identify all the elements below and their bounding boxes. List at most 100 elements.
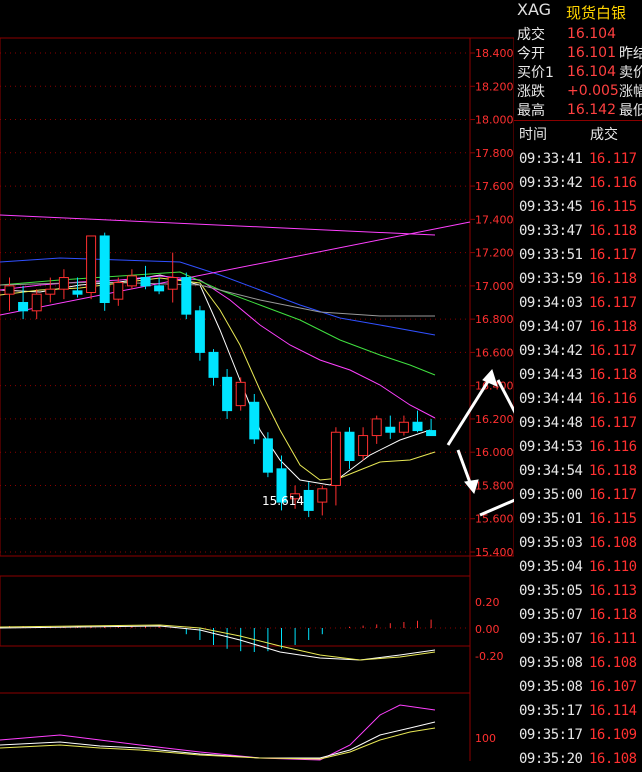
ma-line-yellow — [0, 277, 436, 481]
tick-time: 09:35:07 — [519, 631, 583, 647]
tick-price: 16.115 — [589, 199, 637, 215]
candle-down — [140, 277, 151, 287]
quote-value: 16.104 — [567, 26, 616, 42]
candle-down — [249, 401, 260, 440]
tick-time: 09:35:01 — [519, 511, 583, 527]
macd-tick-label: 0.00 — [475, 623, 500, 636]
tick-time: 09:34:03 — [519, 295, 583, 311]
tick-row: 09:34:42 16.117 — [514, 340, 642, 364]
tick-price: 16.118 — [589, 463, 637, 479]
candle-down — [181, 277, 192, 315]
tick-time: 09:33:47 — [519, 223, 583, 239]
tick-row: 09:35:17 16.109 — [514, 724, 642, 748]
quote-extra-label: 昨结 — [619, 46, 642, 62]
tick-price: 16.108 — [589, 535, 637, 551]
tick-price: 16.118 — [589, 607, 637, 623]
y-tick-label: 17.000 — [475, 280, 514, 293]
ma-line-magenta — [0, 275, 436, 419]
tick-row: 09:35:08 16.108 — [514, 652, 642, 676]
symbol-name: 现货白银 — [566, 4, 627, 22]
tick-time: 09:35:00 — [519, 487, 583, 503]
tick-price: 16.117 — [589, 487, 637, 503]
tick-time: 09:33:59 — [519, 271, 583, 287]
quote-label: 成交 — [517, 27, 545, 43]
tick-price: 16.117 — [589, 343, 637, 359]
quote-label: 买价1 — [517, 65, 554, 81]
tick-price: 16.117 — [589, 415, 637, 431]
ticks-time-header: 时间 — [519, 127, 547, 143]
tick-time: 09:35:08 — [519, 655, 583, 671]
candle-down — [412, 421, 423, 432]
quote-row: 成交 16.104 — [514, 24, 619, 44]
candle-down — [72, 290, 83, 295]
tick-time: 09:33:41 — [519, 151, 583, 167]
y-tick-label: 15.800 — [475, 479, 514, 492]
y-tick-label: 17.600 — [475, 180, 514, 193]
tick-time: 09:34:44 — [519, 391, 583, 407]
tick-time: 09:34:48 — [519, 415, 583, 431]
candle-up — [167, 277, 178, 290]
candle-up — [358, 435, 369, 457]
tick-row: 09:33:51 16.117 — [514, 244, 642, 268]
ticks-price-header: 成交 — [590, 127, 618, 143]
tick-row: 09:35:08 16.107 — [514, 676, 642, 700]
tick-price: 16.114 — [589, 703, 637, 719]
y-tick-label: 17.800 — [475, 147, 514, 160]
low-label: 15.614 — [262, 494, 304, 508]
tick-row: 09:35:07 16.111 — [514, 628, 642, 652]
tick-time: 09:35:04 — [519, 559, 583, 575]
tick-price: 16.110 — [589, 559, 637, 575]
tick-time: 09:33:45 — [519, 199, 583, 215]
tick-row: 09:35:03 16.108 — [514, 532, 642, 556]
macd-panel: 0.20 0.00 -0.20 — [0, 575, 503, 663]
quote-label: 今开 — [517, 46, 545, 62]
kdj-panel: 10050 — [0, 692, 496, 761]
tick-time: 09:35:20 — [519, 751, 583, 767]
tick-price: 16.117 — [589, 295, 637, 311]
tick-time: 09:35:17 — [519, 703, 583, 719]
price-chart: 18.400 18.200 18.000 17.800 17.600 17.400 17.2… — [0, 37, 514, 761]
candle-down — [385, 426, 396, 433]
tick-row: 09:33:47 16.118 — [514, 220, 642, 244]
tick-price: 16.118 — [589, 271, 637, 287]
y-tick-label: 16.600 — [475, 346, 514, 359]
candle-down — [154, 285, 165, 292]
quote-extra-label: 涨幅 — [619, 84, 642, 100]
candle-down — [18, 302, 29, 312]
trend-line-2 — [0, 221, 471, 316]
y-tick-label: 16.800 — [475, 313, 514, 326]
quote-value: 16.104 — [567, 64, 616, 80]
candle-up — [126, 275, 137, 287]
candle-up — [113, 282, 124, 300]
tick-time: 09:35:03 — [519, 535, 583, 551]
tick-time: 09:35:07 — [519, 607, 583, 623]
tick-row: 09:33:59 16.118 — [514, 268, 642, 292]
tick-row: 09:34:48 16.117 — [514, 412, 642, 436]
tick-row: 09:33:41 16.117 — [514, 148, 642, 172]
trend-line-1 — [0, 214, 436, 236]
quote-row: 最高 16.142 最低 — [514, 100, 642, 120]
candle-down — [262, 438, 273, 473]
tick-price: 16.117 — [589, 247, 637, 263]
candle-up — [4, 285, 15, 295]
y-tick-label: 18.200 — [475, 80, 514, 93]
tick-row: 09:34:44 16.116 — [514, 388, 642, 412]
quote-label: 最高 — [517, 103, 545, 119]
macd-tick-label: 0.20 — [475, 596, 500, 609]
candle-down — [222, 376, 233, 412]
kdj-tick-label: 100 — [475, 732, 496, 745]
tick-row: 09:33:42 16.116 — [514, 172, 642, 196]
tick-row: 09:35:01 16.115 — [514, 508, 642, 532]
symbol-code: XAG — [517, 0, 552, 19]
kdj-k — [0, 721, 436, 759]
tick-time: 09:34:42 — [519, 343, 583, 359]
y-tick-label: 17.200 — [475, 247, 514, 260]
y-tick-label: 18.000 — [475, 114, 514, 127]
y-tick-label: 18.400 — [475, 47, 514, 60]
tick-row: 09:34:54 16.118 — [514, 460, 642, 484]
tick-time: 09:35:17 — [519, 727, 583, 743]
macd-tick-label: -0.20 — [475, 650, 503, 663]
quote-value: 16.142 — [567, 102, 616, 118]
y-axis: 18.400 18.200 18.000 17.800 17.600 17.400 17.2… — [475, 47, 514, 559]
candle-up — [235, 381, 246, 407]
